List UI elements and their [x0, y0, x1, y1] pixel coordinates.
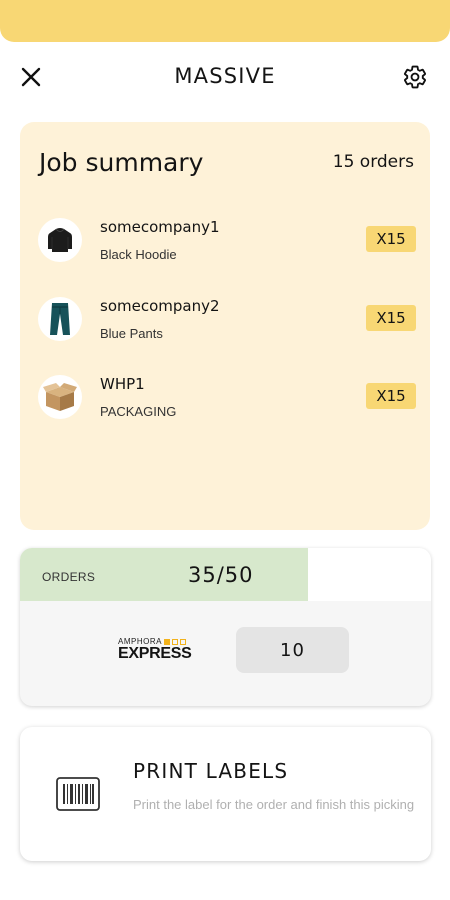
summary-title: Job summary — [39, 148, 204, 177]
list-item[interactable]: WHP1 PACKAGING X15 — [38, 375, 418, 423]
barcode-icon — [56, 777, 100, 811]
carrier-logo: AMPHORA EXPRESS — [118, 637, 198, 663]
carrier-count-box[interactable]: 10 — [236, 627, 349, 673]
top-banner — [0, 0, 450, 42]
orders-progress-card: ORDERS 35/50 AMPHORA EXPRESS 10 — [20, 548, 431, 706]
pants-icon — [38, 297, 82, 341]
hoodie-icon — [38, 218, 82, 262]
print-labels-title: PRINT LABELS — [133, 759, 289, 783]
item-description: PACKAGING — [100, 404, 177, 419]
item-description: Black Hoodie — [100, 247, 177, 262]
box-icon — [38, 375, 82, 419]
list-item[interactable]: somecompany2 Blue Pants X15 — [38, 297, 418, 345]
quantity-badge: X15 — [366, 383, 416, 409]
print-labels-description: Print the label for the order and finish… — [133, 797, 415, 812]
page-title: MASSIVE — [174, 64, 276, 88]
item-name: somecompany2 — [100, 297, 220, 315]
item-name: somecompany1 — [100, 218, 220, 236]
orders-progress-bar: ORDERS 35/50 — [20, 548, 431, 601]
job-summary-card: Job summary 15 orders somecompany1 Black… — [20, 122, 430, 530]
list-item[interactable]: somecompany1 Black Hoodie X15 — [38, 218, 418, 266]
orders-count: 15 orders — [332, 152, 414, 172]
print-labels-button[interactable]: PRINT LABELS Print the label for the ord… — [20, 727, 431, 861]
orders-label: ORDERS — [42, 570, 96, 584]
carrier-logo-name: EXPRESS — [118, 645, 192, 662]
quantity-badge: X15 — [366, 305, 416, 331]
quantity-badge: X15 — [366, 226, 416, 252]
gear-icon[interactable] — [400, 62, 430, 92]
orders-progress-value: 35/50 — [188, 563, 254, 587]
header: MASSIVE — [0, 54, 450, 100]
item-description: Blue Pants — [100, 326, 163, 341]
item-name: WHP1 — [100, 375, 145, 393]
